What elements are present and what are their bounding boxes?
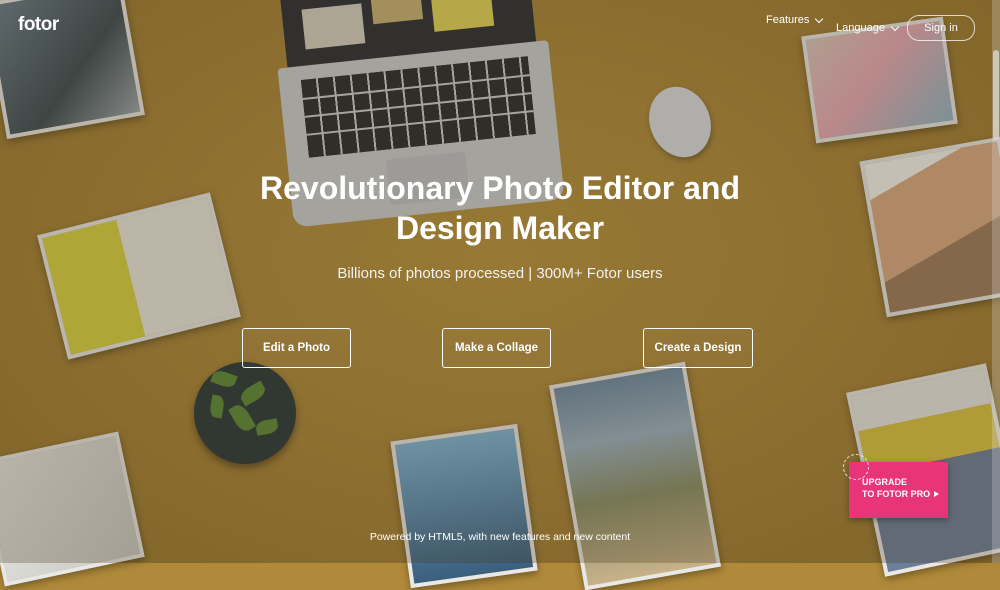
nav-language[interactable]: Language — [836, 22, 900, 34]
play-arrow-icon — [934, 491, 940, 497]
page-scrollbar[interactable] — [992, 0, 1000, 563]
sign-in-button[interactable]: Sign in — [907, 15, 975, 41]
chevron-down-icon — [890, 22, 900, 31]
sparkle-icon — [843, 454, 869, 480]
scrollbar-thumb[interactable] — [993, 50, 999, 140]
fotor-logo[interactable]: fotor — [18, 14, 59, 36]
upgrade-line1: UPGRADE — [862, 477, 908, 487]
powered-by-note: Powered by HTML5, with new features and … — [369, 531, 631, 543]
edit-photo-button[interactable]: Edit a Photo — [242, 328, 351, 368]
nav-language-label: Language — [836, 22, 885, 34]
hero-subtitle: Billions of photos processed | 300M+ Fot… — [337, 265, 663, 282]
upgrade-line2-wrap: TO FOTOR PRO — [862, 488, 948, 500]
make-collage-button[interactable]: Make a Collage — [442, 328, 551, 368]
create-design-button[interactable]: Create a Design — [643, 328, 753, 368]
hero-title: Revolutionary Photo Editor and Design Ma… — [259, 170, 740, 246]
nav-features[interactable]: Features — [766, 14, 824, 26]
upgrade-line2: TO FOTOR PRO — [862, 489, 931, 499]
upgrade-pro-button[interactable]: UPGRADE TO FOTOR PRO — [843, 454, 948, 518]
chevron-down-icon — [815, 14, 824, 23]
nav-features-label: Features — [766, 14, 810, 26]
